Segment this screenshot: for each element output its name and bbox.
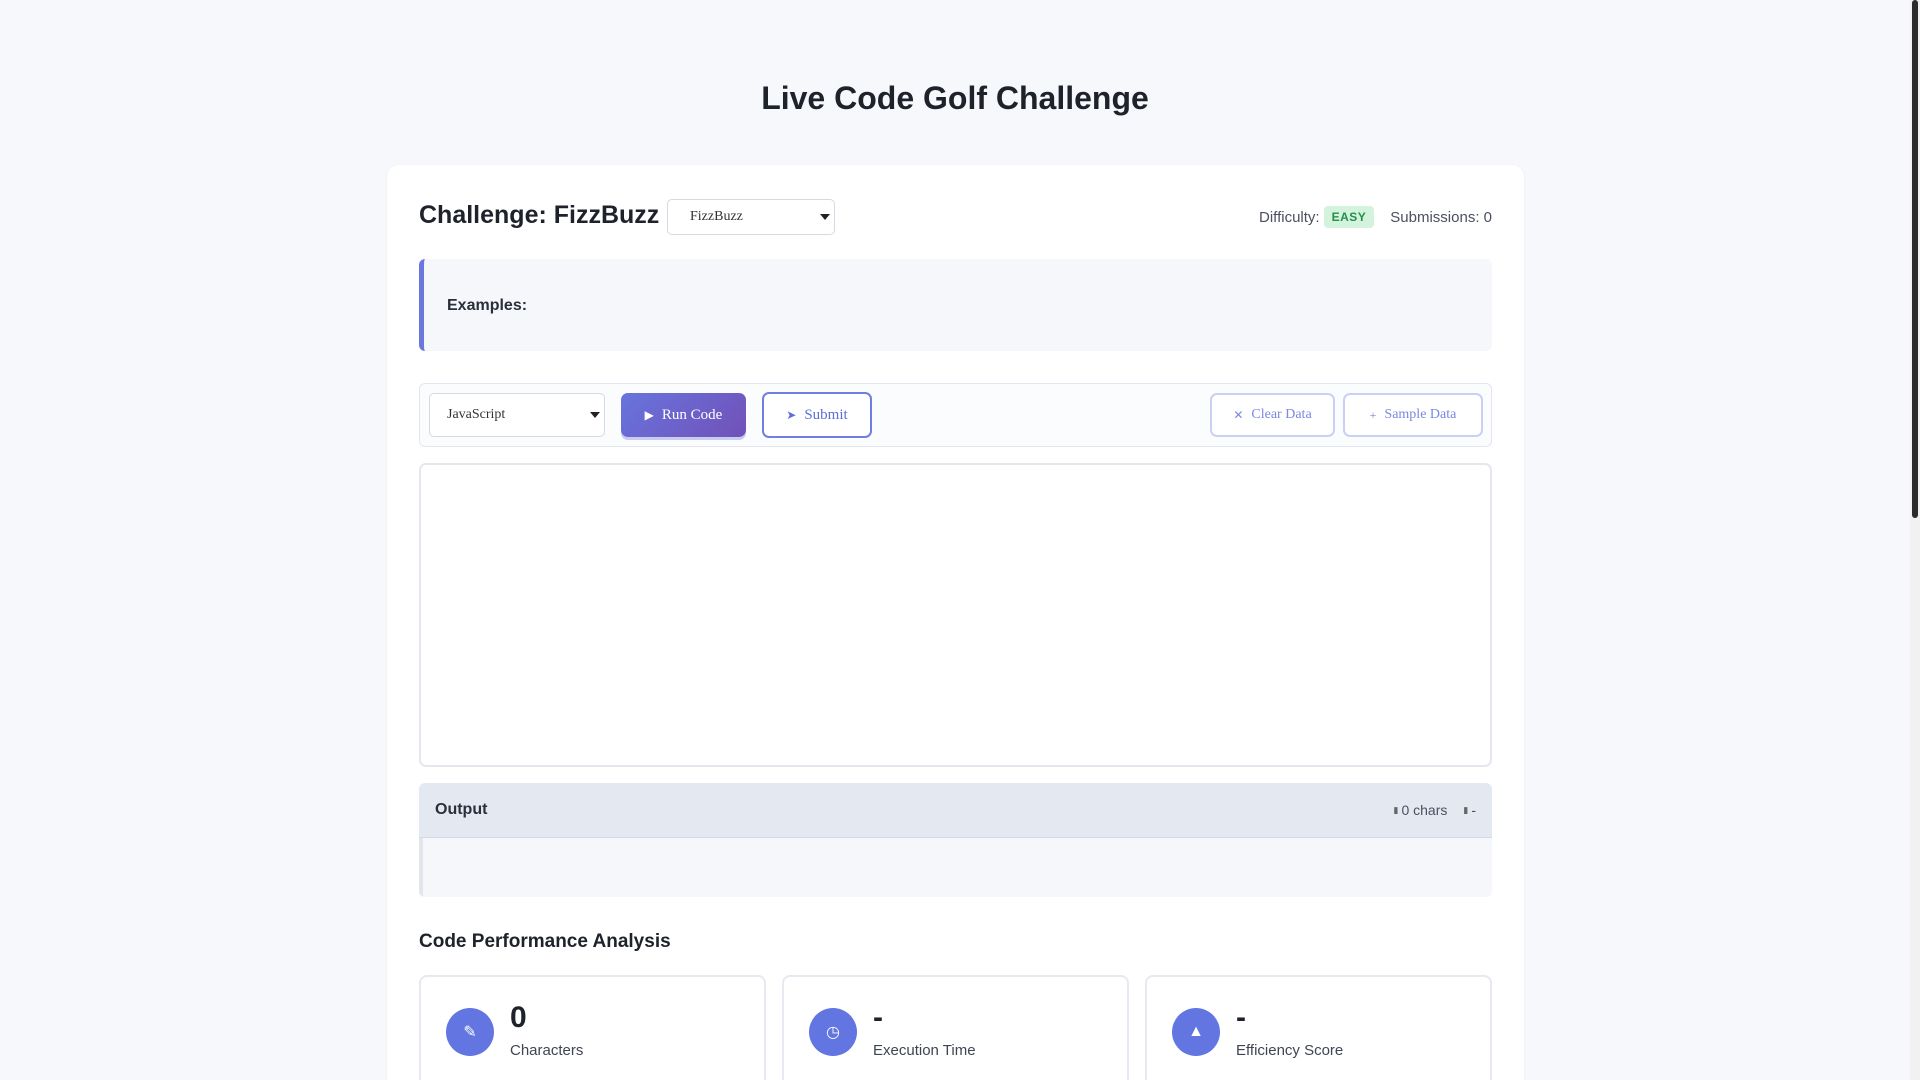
output-body: [419, 838, 1492, 897]
difficulty-badge: EASY: [1323, 206, 1375, 228]
metric-value: -: [1236, 1001, 1246, 1034]
metric-label: Efficiency Score: [1236, 1042, 1344, 1059]
metric-value: -: [873, 1001, 883, 1034]
text-icon: ✎: [446, 1008, 494, 1056]
clock-icon: ◷: [809, 1008, 857, 1056]
char-count: ▮ 0 chars: [1394, 802, 1448, 818]
chevron-down-icon: [820, 214, 830, 220]
metric-label: Execution Time: [873, 1042, 976, 1059]
metric-value: 0: [510, 1001, 527, 1034]
challenge-panel: Challenge: FizzBuzz FizzBuzz Difficulty:…: [387, 165, 1524, 1080]
output-label: Output: [435, 801, 488, 818]
char-count-value: 0 chars: [1401, 802, 1448, 818]
chart-icon: ▲: [1172, 1008, 1220, 1056]
trash-icon: ✕: [1233, 407, 1244, 422]
output-header: Output ▮ 0 chars ▮ -: [419, 783, 1492, 838]
metric-card-execution-time: ◷ - Execution Time: [782, 975, 1129, 1080]
text-icon: ▮: [1393, 804, 1399, 815]
clock-icon: ▮: [1463, 804, 1469, 815]
output-panel: Output ▮ 0 chars ▮ -: [419, 783, 1492, 897]
execution-time-value: -: [1471, 802, 1476, 818]
scrollbar-thumb[interactable]: [1912, 0, 1918, 518]
clear-data-button[interactable]: ✕ Clear Data: [1210, 393, 1335, 437]
examples-box: Examples:: [419, 259, 1492, 351]
submit-label: Submit: [804, 406, 848, 423]
challenge-select-value: FizzBuzz: [690, 209, 743, 224]
submit-button[interactable]: ➤ Submit: [762, 392, 872, 438]
output-stats: ▮ 0 chars ▮ -: [1394, 802, 1477, 818]
metric-label: Characters: [510, 1042, 584, 1059]
chevron-down-icon: [590, 412, 600, 418]
scrollbar[interactable]: [1910, 0, 1920, 1080]
run-code-label: Run Code: [661, 406, 723, 423]
challenge-meta: Difficulty: EASY Submissions: 0: [1259, 206, 1492, 228]
run-code-button[interactable]: ▶ Run Code: [621, 393, 746, 437]
submissions-count: Submissions: 0: [1390, 208, 1492, 226]
examples-label: Examples:: [447, 297, 528, 314]
clear-data-label: Clear Data: [1251, 407, 1312, 422]
page-title: Live Code Golf Challenge: [761, 80, 1149, 116]
sample-data-button[interactable]: + Sample Data: [1343, 393, 1483, 437]
metric-card-characters: ✎ 0 Characters: [419, 975, 766, 1080]
challenge-select[interactable]: FizzBuzz: [667, 199, 835, 235]
language-select[interactable]: JavaScript: [429, 393, 605, 437]
play-icon: ▶: [644, 407, 654, 422]
language-select-value: JavaScript: [447, 407, 506, 422]
sample-data-label: Sample Data: [1384, 407, 1457, 422]
plus-icon: +: [1369, 407, 1377, 422]
page: Live Code Golf Challenge Challenge: Fizz…: [0, 0, 1920, 1080]
editor-toolbar: JavaScript ▶ Run Code ➤ Submit ✕ Clear D…: [419, 383, 1492, 447]
analysis-title: Code Performance Analysis: [419, 931, 671, 952]
execution-time: ▮ -: [1463, 802, 1476, 818]
challenge-title: Challenge: FizzBuzz: [419, 201, 660, 229]
code-editor[interactable]: [419, 463, 1492, 767]
difficulty-label: Difficulty:: [1259, 208, 1320, 226]
send-icon: ➤: [786, 407, 797, 422]
metric-card-efficiency-score: ▲ - Efficiency Score: [1145, 975, 1492, 1080]
